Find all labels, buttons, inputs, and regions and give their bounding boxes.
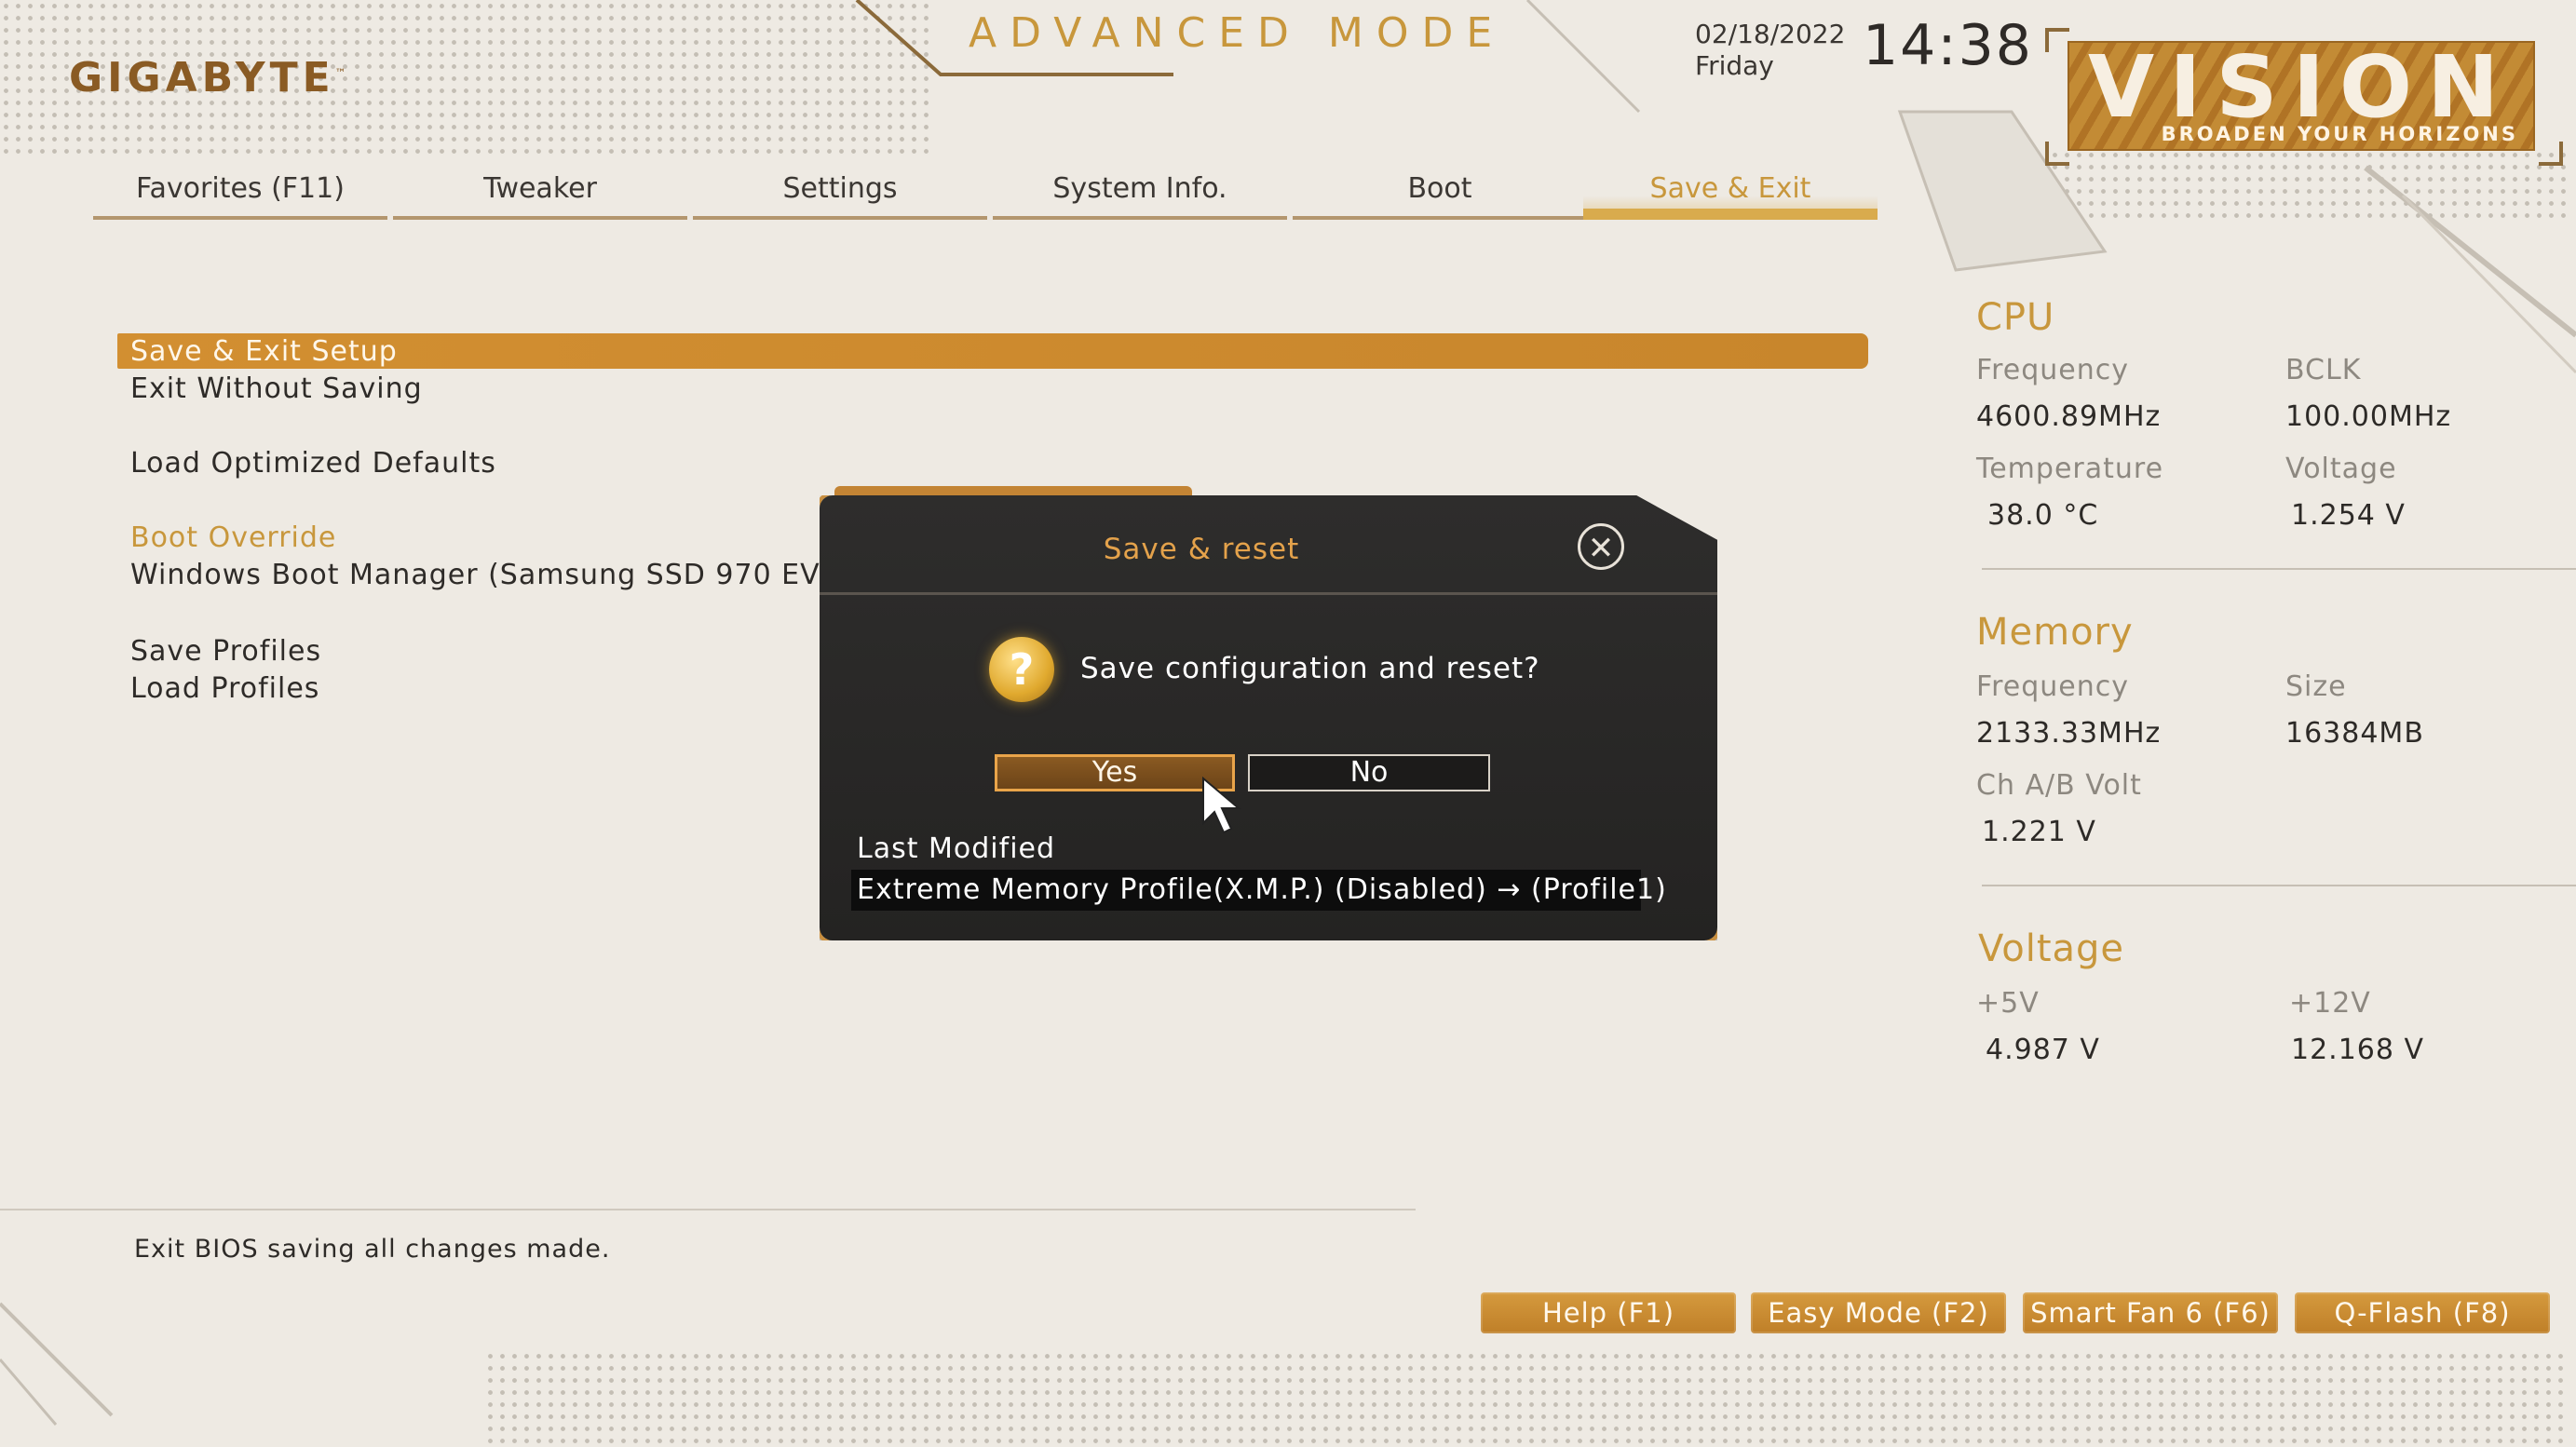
dialog-question: Save configuration and reset? — [1080, 652, 1540, 685]
vision-title: VISION — [2088, 37, 2515, 137]
gigabyte-logo: GIGABYTE™ — [69, 54, 346, 101]
bclk-value: 100.00MHz — [2285, 400, 2452, 433]
boot-override-heading: Boot Override — [130, 521, 337, 554]
date-text: 02/18/2022 — [1695, 19, 1846, 49]
cpu-frequency-value: 4600.89MHz — [1976, 400, 2162, 433]
memory-divider — [1982, 885, 2576, 886]
tab-tweaker[interactable]: Tweaker — [393, 166, 687, 220]
menu-save-exit-setup[interactable]: Save & Exit Setup — [130, 335, 398, 368]
cpu-temperature-label: Temperature — [1976, 453, 2164, 485]
memory-size-label: Size — [2285, 670, 2347, 703]
vision-corner-tl — [2045, 28, 2069, 52]
tab-system-info[interactable]: System Info. — [993, 166, 1287, 220]
memory-frequency-label: Frequency — [1976, 670, 2129, 703]
cpu-voltage-label: Voltage — [2285, 453, 2397, 485]
last-modified-item: Extreme Memory Profile(X.M.P.) (Disabled… — [851, 870, 1666, 911]
help-button[interactable]: Help (F1) — [1481, 1292, 1736, 1333]
question-icon: ? — [989, 637, 1054, 702]
menu-exit-without-saving[interactable]: Exit Without Saving — [130, 372, 423, 405]
cpu-frequency-label: Frequency — [1976, 354, 2129, 386]
menu-load-optimized-defaults[interactable]: Load Optimized Defaults — [130, 447, 496, 480]
vision-banner: VISION BROADEN YOUR HORIZONS — [2068, 37, 2535, 151]
easy-mode-button[interactable]: Easy Mode (F2) — [1751, 1292, 2006, 1333]
v12-label: +12V — [2289, 987, 2371, 1020]
footer-divider — [0, 1209, 1416, 1210]
memory-size-value: 16384MB — [2285, 717, 2424, 750]
mouse-cursor-icon — [1202, 777, 1241, 834]
cpu-temperature-value: 38.0 °C — [1987, 499, 2099, 532]
help-description: Exit BIOS saving all changes made. — [134, 1235, 611, 1264]
vision-corner-bl — [2045, 142, 2069, 166]
save-reset-dialog: Save & reset ✕ ? Save configuration and … — [820, 495, 1717, 940]
memory-heading: Memory — [1976, 611, 2134, 654]
clock: 14:38 — [1863, 13, 2033, 78]
cpu-heading: CPU — [1976, 296, 2055, 339]
date-display: 02/18/2022 Friday — [1695, 19, 1845, 82]
mode-title: ADVANCED MODE — [969, 9, 1506, 57]
menu-load-profiles[interactable]: Load Profiles — [130, 672, 319, 705]
main-tabs: Favorites (F11) Tweaker Settings System … — [93, 166, 1881, 220]
tab-save-exit[interactable]: Save & Exit — [1583, 166, 1878, 220]
dialog-header-divider — [820, 592, 1717, 595]
v12-value: 12.168 V — [2291, 1034, 2425, 1066]
yes-button[interactable]: Yes — [995, 754, 1235, 791]
menu-save-profiles[interactable]: Save Profiles — [130, 635, 321, 668]
cpu-voltage-value: 1.254 V — [2291, 499, 2406, 532]
smart-fan-button[interactable]: Smart Fan 6 (F6) — [2023, 1292, 2278, 1333]
chab-volt-label: Ch A/B Volt — [1976, 769, 2142, 802]
cpu-divider — [1982, 568, 2576, 570]
tab-settings[interactable]: Settings — [693, 166, 987, 220]
logo-tm: ™ — [334, 66, 346, 80]
voltage-heading: Voltage — [1978, 927, 2125, 970]
close-icon[interactable]: ✕ — [1578, 523, 1624, 570]
bclk-label: BCLK — [2285, 354, 2362, 386]
tab-boot[interactable]: Boot — [1293, 166, 1587, 220]
day-text: Friday — [1695, 50, 1774, 81]
tab-favorites[interactable]: Favorites (F11) — [93, 166, 387, 220]
vision-tagline: BROADEN YOUR HORIZONS — [2161, 123, 2518, 145]
vision-corner-br — [2539, 142, 2563, 166]
dialog-title: Save & reset — [1103, 533, 1300, 566]
v5-label: +5V — [1976, 987, 2040, 1020]
no-button[interactable]: No — [1248, 754, 1490, 791]
memory-frequency-value: 2133.33MHz — [1976, 717, 2162, 750]
v5-value: 4.987 V — [1986, 1034, 2100, 1066]
menu-windows-boot-manager[interactable]: Windows Boot Manager (Samsung SSD 970 EV — [130, 559, 820, 591]
logo-text: GIGABYTE — [69, 54, 335, 101]
q-flash-button[interactable]: Q-Flash (F8) — [2295, 1292, 2550, 1333]
last-modified-label: Last Modified — [857, 832, 1056, 865]
chab-volt-value: 1.221 V — [1982, 816, 2096, 848]
